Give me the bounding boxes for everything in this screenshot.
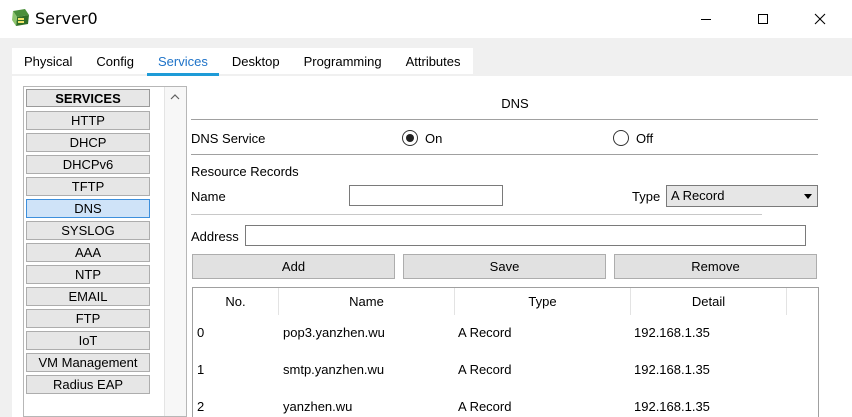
cell-no: 1	[197, 362, 205, 377]
service-http[interactable]: HTTP	[26, 111, 150, 130]
name-input[interactable]	[349, 185, 503, 206]
resource-records-label: Resource Records	[191, 164, 299, 179]
cell-name: smtp.yanzhen.wu	[283, 362, 385, 377]
cell-no: 0	[197, 325, 205, 340]
records-table: No. Name Type Detail 0 pop3.yanzhen.wu A…	[192, 287, 819, 417]
column-header-type[interactable]: Type	[455, 288, 631, 315]
cell-detail: 192.168.1.35	[634, 325, 710, 340]
dns-on-label: On	[425, 131, 443, 146]
cell-type: A Record	[458, 362, 512, 377]
service-tftp[interactable]: TFTP	[26, 177, 150, 196]
dns-on-radio[interactable]	[402, 130, 418, 146]
cell-detail: 192.168.1.35	[634, 399, 710, 414]
tab-bar: Physical Config Services Desktop Program…	[12, 48, 473, 76]
cell-name: pop3.yanzhen.wu	[283, 325, 385, 340]
cell-type: A Record	[458, 399, 512, 414]
cell-no: 2	[197, 399, 205, 414]
type-select-value: A Record	[671, 188, 725, 203]
tab-programming[interactable]: Programming	[291, 48, 394, 74]
services-scrollbar[interactable]	[164, 87, 186, 416]
service-iot[interactable]: IoT	[26, 331, 150, 350]
save-button[interactable]: Save	[403, 254, 606, 279]
title-bar: Server0	[0, 0, 852, 38]
tab-config[interactable]: Config	[84, 48, 146, 74]
dns-config: DNS DNS Service On Off Resource Records …	[191, 76, 852, 417]
service-dns[interactable]: DNS	[26, 199, 150, 218]
cell-name: yanzhen.wu	[283, 399, 353, 414]
remove-button[interactable]: Remove	[614, 254, 817, 279]
dns-service-label: DNS Service	[191, 131, 266, 146]
service-ftp[interactable]: FTP	[26, 309, 150, 328]
services-list: SERVICES HTTP DHCP DHCPv6 TFTP DNS SYSLO…	[23, 86, 187, 417]
service-dhcpv6[interactable]: DHCPv6	[26, 155, 150, 174]
service-ntp[interactable]: NTP	[26, 265, 150, 284]
maximize-icon	[757, 13, 769, 25]
maximize-button[interactable]	[740, 0, 786, 38]
type-select[interactable]: A Record	[666, 185, 818, 207]
chevron-up-icon	[170, 88, 180, 103]
dropdown-arrow-icon	[804, 194, 812, 199]
scroll-up-button[interactable]	[164, 87, 186, 104]
service-email[interactable]: EMAIL	[26, 287, 150, 306]
services-header: SERVICES	[26, 89, 150, 107]
divider	[191, 214, 762, 215]
column-header-spacer	[787, 288, 818, 315]
server-app-icon	[10, 9, 32, 29]
window-title: Server0	[35, 9, 98, 28]
service-vm-management[interactable]: VM Management	[26, 353, 150, 372]
tab-attributes[interactable]: Attributes	[393, 48, 473, 74]
cell-type: A Record	[458, 325, 512, 340]
cell-detail: 192.168.1.35	[634, 362, 710, 377]
column-header-name[interactable]: Name	[279, 288, 455, 315]
close-icon	[814, 13, 826, 25]
address-input[interactable]	[245, 225, 806, 246]
minimize-icon	[700, 13, 712, 25]
service-radius-eap[interactable]: Radius EAP	[26, 375, 150, 394]
main-area: Physical Config Services Desktop Program…	[0, 38, 852, 417]
tab-physical[interactable]: Physical	[12, 48, 85, 74]
service-dhcp[interactable]: DHCP	[26, 133, 150, 152]
tab-services[interactable]: Services	[146, 48, 220, 76]
service-syslog[interactable]: SYSLOG	[26, 221, 150, 240]
dns-title: DNS	[501, 96, 529, 111]
divider	[191, 119, 818, 120]
minimize-button[interactable]	[683, 0, 729, 38]
address-label: Address	[191, 229, 239, 244]
column-header-detail[interactable]: Detail	[631, 288, 787, 315]
name-label: Name	[191, 189, 226, 204]
type-label: Type	[632, 189, 661, 204]
column-header-no[interactable]: No.	[193, 288, 279, 315]
services-panel: SERVICES HTTP DHCP DHCPv6 TFTP DNS SYSLO…	[12, 76, 852, 417]
service-aaa[interactable]: AAA	[26, 243, 150, 262]
tab-desktop[interactable]: Desktop	[219, 48, 292, 74]
add-button[interactable]: Add	[192, 254, 395, 279]
dns-off-label: Off	[636, 131, 654, 146]
dns-off-radio[interactable]	[613, 130, 629, 146]
close-button[interactable]	[797, 0, 843, 38]
divider	[191, 154, 818, 155]
